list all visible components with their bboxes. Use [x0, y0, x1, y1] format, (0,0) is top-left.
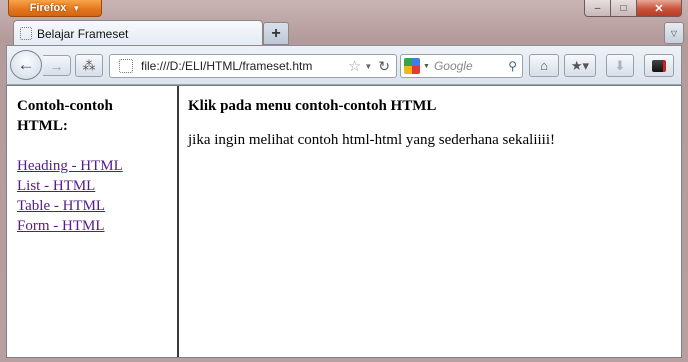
plus-icon: + [271, 24, 281, 42]
addon-box-icon [652, 59, 666, 72]
back-button[interactable]: ← [10, 50, 42, 80]
forward-button[interactable]: → [43, 55, 71, 76]
downloads-button[interactable]: ⬇ [606, 54, 634, 77]
download-arrow-icon: ⬇ [614, 57, 626, 73]
page-viewport: Contoh-contoh HTML: Heading - HTML List … [6, 85, 682, 358]
minimize-icon: – [594, 2, 601, 14]
addon-button[interactable] [644, 54, 674, 77]
link-form-html[interactable]: Form - HTML [17, 216, 167, 236]
site-identity-button[interactable]: ⁂ [75, 54, 103, 77]
history-dropdown-icon[interactable]: ▼ [364, 62, 372, 71]
link-heading-html[interactable]: Heading - HTML [17, 156, 167, 176]
search-icon[interactable]: ⚲ [508, 59, 517, 73]
left-frame: Contoh-contoh HTML: Heading - HTML List … [7, 86, 179, 357]
new-tab-button[interactable]: + [263, 22, 289, 45]
firefox-menu-label: Firefox [29, 2, 67, 14]
bookmark-star-icon[interactable]: ☆ [348, 57, 361, 75]
tab-belajar-frameset[interactable]: Belajar Frameset [13, 20, 263, 46]
close-icon: ✕ [654, 2, 664, 15]
search-bar[interactable]: ▼ Google ⚲ [400, 54, 523, 78]
right-frame-heading: Klik pada menu contoh-contoh HTML [188, 98, 437, 114]
url-text[interactable]: file:///D:/ELI/HTML/frameset.htm [141, 59, 348, 73]
maximize-icon: □ [620, 2, 627, 14]
navigation-toolbar: ← → ⁂ file:///D:/ELI/HTML/frameset.htm ☆… [6, 45, 682, 85]
right-frame-text: jika ingin melihat contoh html-html yang… [188, 132, 555, 148]
minimize-button[interactable]: – [584, 0, 611, 17]
bookmarks-button[interactable]: ★▾ [564, 54, 596, 77]
address-bar[interactable]: file:///D:/ELI/HTML/frameset.htm ☆ ▼ ↻ [109, 54, 397, 78]
page-icon [119, 59, 133, 73]
reload-icon[interactable]: ↻ [378, 58, 390, 75]
maximize-button[interactable]: □ [611, 0, 637, 17]
browser-window: Firefox ▼ – □ ✕ Belajar Frameset + ▽ ← →… [0, 0, 688, 362]
page-favicon-icon [20, 27, 32, 40]
left-frame-heading: Contoh-contoh HTML: [17, 98, 113, 134]
arrow-left-icon: ← [17, 55, 35, 74]
close-window-button[interactable]: ✕ [637, 0, 682, 17]
home-button[interactable]: ⌂ [529, 54, 559, 77]
chevron-down-icon: ▽ [670, 28, 678, 38]
tab-label: Belajar Frameset [37, 26, 129, 41]
right-frame: Klik pada menu contoh-contoh HTML jika i… [179, 86, 681, 357]
home-icon: ⌂ [540, 58, 548, 73]
chevron-down-icon: ▼ [72, 3, 81, 13]
arrow-right-icon: → [49, 57, 64, 74]
panorama-icon: ⁂ [82, 57, 96, 73]
link-list-html[interactable]: List - HTML [17, 176, 167, 196]
search-engine-dropdown-icon[interactable]: ▼ [423, 63, 430, 70]
bookmarks-menu-icon: ★▾ [570, 57, 590, 73]
google-engine-icon[interactable] [404, 58, 420, 74]
firefox-menu-button[interactable]: Firefox ▼ [8, 0, 102, 17]
link-table-html[interactable]: Table - HTML [17, 196, 167, 216]
window-controls: – □ ✕ [584, 0, 682, 17]
search-input[interactable]: Google [434, 59, 508, 73]
list-all-tabs-button[interactable]: ▽ [664, 22, 684, 44]
